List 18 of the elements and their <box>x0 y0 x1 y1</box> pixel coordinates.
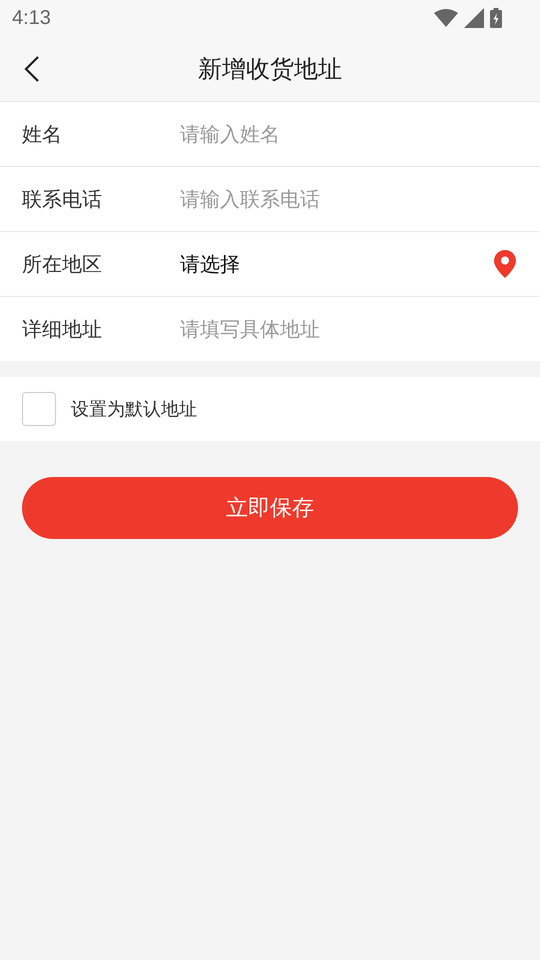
location-pin-icon[interactable] <box>494 250 516 278</box>
wifi-icon <box>434 9 458 27</box>
default-checkbox[interactable] <box>22 392 56 426</box>
field-label: 姓名 <box>22 120 63 148</box>
battery-icon <box>490 8 502 28</box>
input-field[interactable]: 请输入姓名 <box>180 122 518 146</box>
input-field[interactable]: 请填写具体地址 <box>180 317 518 341</box>
page-title: 新增收货地址 <box>198 54 342 84</box>
default-address-label: 设置为默认地址 <box>71 398 197 421</box>
status-time: 4:13 <box>12 6 51 30</box>
field-label: 详细地址 <box>22 316 103 342</box>
region-selector[interactable]: 请选择 <box>180 250 494 278</box>
back-icon[interactable] <box>24 55 40 83</box>
field-label: 所在地区 <box>22 250 103 278</box>
field-label: 联系电话 <box>22 186 103 212</box>
save-button[interactable]: 立即保存 <box>22 477 518 539</box>
signal-icon <box>464 8 484 28</box>
input-field[interactable]: 请输入联系电话 <box>180 187 518 211</box>
